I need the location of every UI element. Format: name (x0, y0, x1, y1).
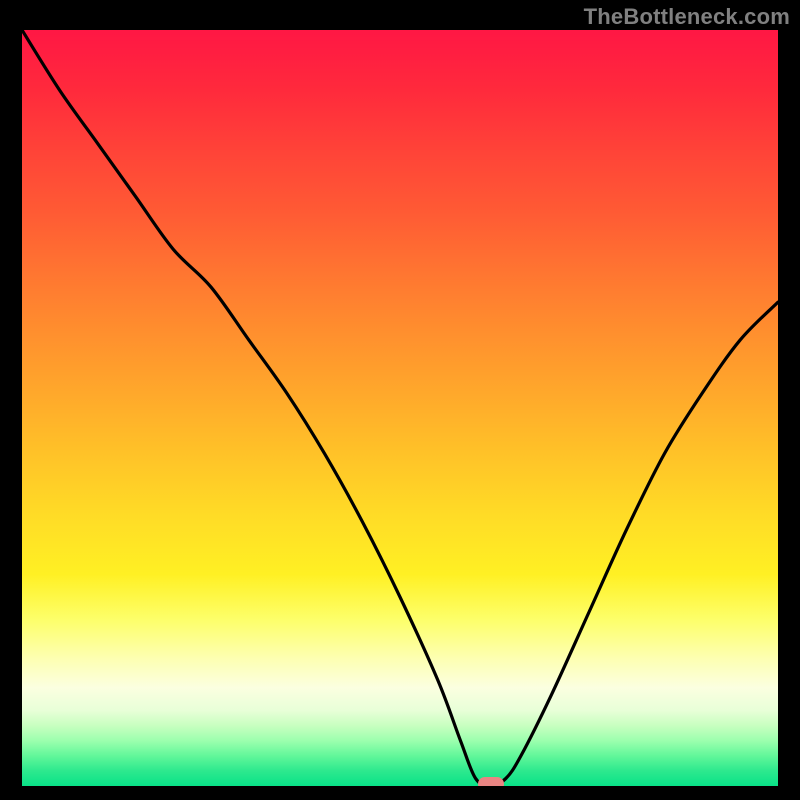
watermark-text: TheBottleneck.com (584, 4, 790, 30)
chart-container: TheBottleneck.com (0, 0, 800, 800)
optimal-marker (478, 777, 504, 786)
bottleneck-curve (22, 30, 778, 786)
plot-area (22, 30, 778, 786)
